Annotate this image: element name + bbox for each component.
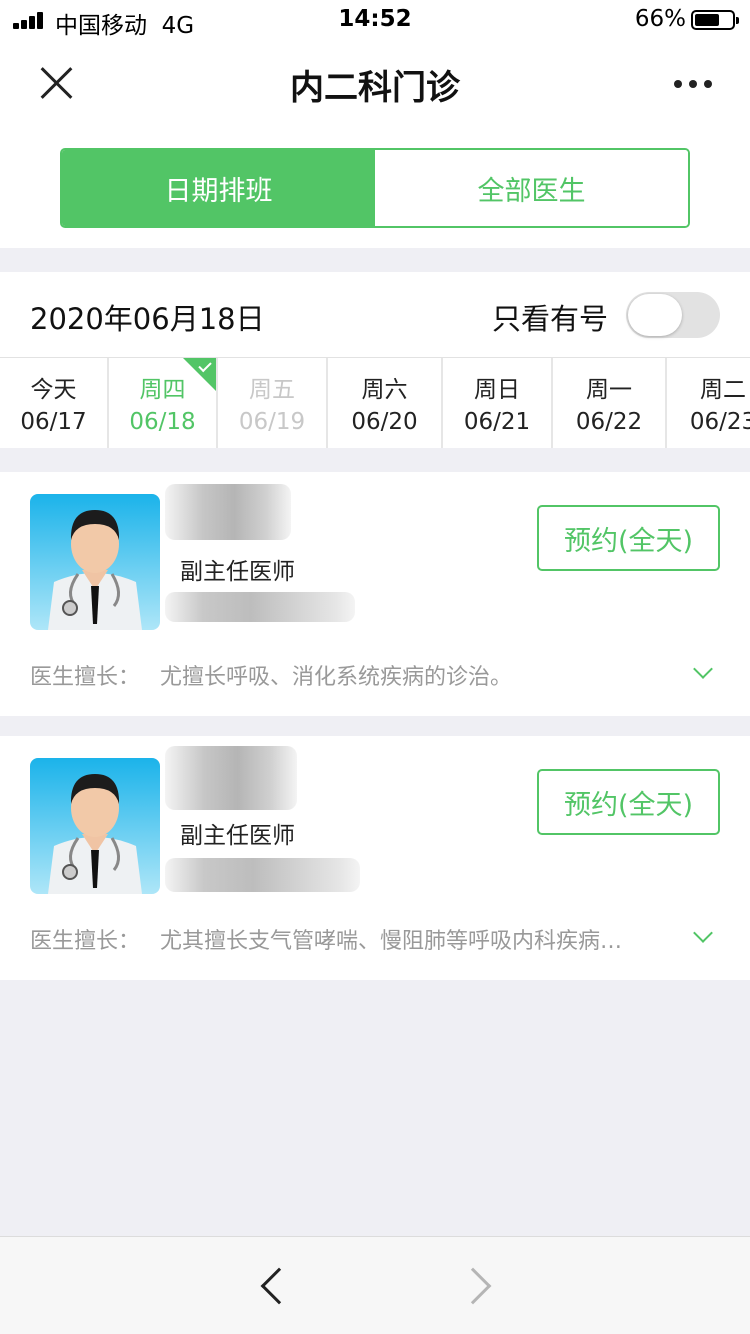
day-item-today[interactable]: 今天 06/17 [0, 358, 109, 448]
day-weekday: 周五 [249, 377, 295, 403]
specialty-label: 医生擅长： [30, 665, 141, 690]
doctor-info-redacted [165, 592, 355, 622]
day-item-sun[interactable]: 周日 06/21 [443, 358, 553, 448]
day-date: 06/17 [20, 409, 87, 435]
book-button[interactable]: 预约(全天) [537, 769, 720, 835]
day-item-mon[interactable]: 周一 06/22 [553, 358, 667, 448]
tab-bar: 日期排班 全部医生 [0, 130, 750, 248]
status-bar: 中国移动 4G 14:52 66% [0, 0, 750, 40]
battery-percent: 66% [634, 6, 686, 32]
doctor-info-redacted [165, 858, 360, 892]
doctor-card[interactable]: 副主任医师 预约(全天) 医生擅长： 尤其擅长支气管哮喘、慢阻肺等呼吸内科疾病… [0, 736, 750, 980]
book-button[interactable]: 预约(全天) [537, 505, 720, 571]
day-date: 06/18 [129, 409, 196, 435]
page-title: 内二科门诊 [290, 68, 460, 108]
tab-schedule-by-date[interactable]: 日期排班 [62, 150, 375, 226]
more-icon[interactable] [674, 80, 714, 90]
day-date: 06/20 [351, 409, 418, 435]
doctor-title: 副主任医师 [180, 823, 295, 849]
day-date: 06/22 [575, 409, 643, 435]
doctor-specialty: 医生擅长： 尤擅长呼吸、消化系统疾病的诊治。 [30, 659, 670, 691]
day-weekday: 周六 [361, 377, 408, 403]
day-weekday: 今天 [30, 377, 77, 403]
doctor-title: 副主任医师 [180, 559, 295, 585]
day-date: 06/23 [689, 409, 750, 435]
chevron-down-icon[interactable] [693, 659, 713, 679]
day-weekday: 周二 [700, 377, 746, 403]
date-filter-row: 2020年06月18日 只看有号 [0, 272, 750, 358]
chevron-down-icon[interactable] [693, 923, 713, 943]
day-weekday: 周一 [586, 377, 632, 403]
doctor-card[interactable]: 副主任医师 预约(全天) 医生擅长： 尤擅长呼吸、消化系统疾病的诊治。 [0, 472, 750, 716]
doctor-name-redacted [165, 484, 291, 540]
specialty-text: 尤擅长呼吸、消化系统疾病的诊治。 [160, 665, 513, 690]
tab-all-doctors[interactable]: 全部医生 [375, 150, 688, 226]
day-item-fri: 周五 06/19 [218, 358, 328, 448]
day-item-thu[interactable]: 周四 06/18 [109, 358, 218, 448]
day-strip[interactable]: 今天 06/17 周四 06/18 周五 06/19 周六 06/20 周日 0… [0, 357, 750, 448]
forward-icon [454, 1267, 492, 1305]
back-icon[interactable] [260, 1267, 298, 1305]
battery-icon [691, 10, 739, 30]
doctor-avatar [30, 494, 160, 630]
day-weekday: 周日 [474, 377, 520, 403]
day-item-sat[interactable]: 周六 06/20 [328, 358, 443, 448]
doctor-specialty: 医生擅长： 尤其擅长支气管哮喘、慢阻肺等呼吸内科疾病… [30, 923, 670, 955]
toggle-knob [628, 294, 682, 336]
doctor-avatar [30, 758, 160, 894]
day-item-tue[interactable]: 周二 06/23 [667, 358, 750, 448]
only-available-label: 只看有号 [491, 302, 608, 336]
bottom-toolbar [0, 1236, 750, 1334]
selected-date: 2020年06月18日 [30, 302, 265, 336]
day-date: 06/21 [463, 409, 531, 435]
day-date: 06/19 [238, 409, 306, 435]
nav-bar: 内二科门诊 [0, 40, 750, 130]
only-available-toggle[interactable] [626, 292, 720, 338]
segmented-control: 日期排班 全部医生 [60, 148, 690, 228]
specialty-text: 尤其擅长支气管哮喘、慢阻肺等呼吸内科疾病… [160, 929, 623, 954]
specialty-label: 医生擅长： [30, 929, 141, 954]
doctor-name-redacted [165, 746, 297, 810]
